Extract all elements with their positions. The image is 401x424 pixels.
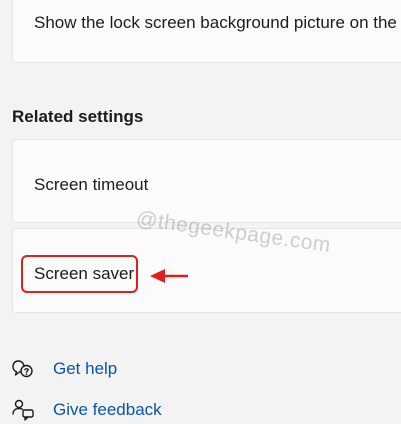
- screen-timeout-label: Screen timeout: [34, 175, 149, 194]
- lock-screen-background-setting[interactable]: Show the lock screen background picture …: [12, 0, 401, 63]
- related-settings-heading: Related settings: [12, 107, 144, 126]
- lock-screen-background-label: Show the lock screen background picture …: [34, 13, 397, 32]
- help-chat-icon: [12, 360, 33, 378]
- feedback-icon: [12, 399, 34, 421]
- get-help-link[interactable]: Get help: [12, 355, 117, 383]
- screen-saver-label: Screen saver: [34, 264, 135, 283]
- get-help-label: Get help: [53, 359, 118, 378]
- give-feedback-label: Give feedback: [53, 400, 162, 419]
- screen-timeout-setting[interactable]: Screen timeout: [12, 139, 401, 223]
- red-arrow-icon: [150, 269, 188, 283]
